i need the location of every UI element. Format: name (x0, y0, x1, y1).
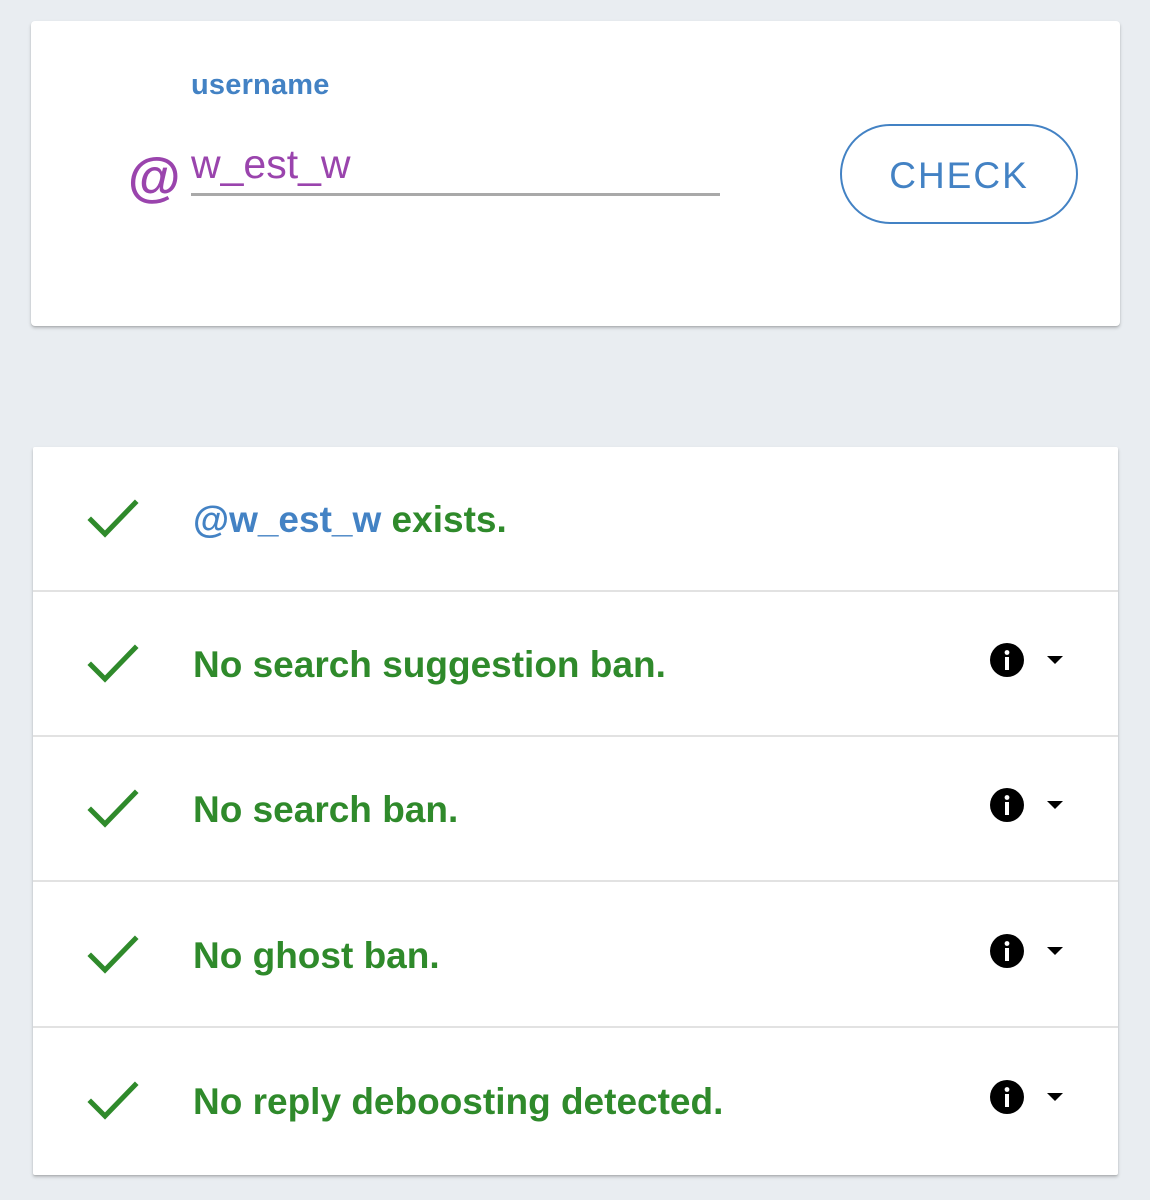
caret-down-icon[interactable] (1045, 946, 1065, 956)
check-icon (87, 935, 139, 974)
result-row-search-ban: No search ban. (33, 737, 1118, 882)
username-mention[interactable]: @w_est_w (193, 499, 381, 540)
caret-down-icon[interactable] (1045, 655, 1065, 665)
results-list: @w_est_w exists. No search suggestion ba… (33, 447, 1118, 1175)
check-icon (87, 499, 139, 538)
info-icon[interactable] (990, 788, 1024, 822)
check-icon (87, 1081, 139, 1120)
result-text: No reply deboosting detected. (193, 1081, 724, 1122)
info-icon[interactable] (990, 1080, 1024, 1114)
at-sign-icon: @ (127, 148, 180, 208)
username-search-card: @ username CHECK (31, 21, 1120, 326)
result-text: No search ban. (193, 789, 459, 830)
result-text: No search suggestion ban. (193, 644, 666, 685)
caret-down-icon[interactable] (1045, 800, 1065, 810)
username-input[interactable] (191, 135, 720, 196)
result-exists-text: exists. (381, 499, 507, 540)
caret-down-icon[interactable] (1045, 1092, 1065, 1102)
check-icon (87, 644, 139, 683)
check-icon (87, 789, 139, 828)
username-field-label: username (191, 69, 330, 101)
info-icon[interactable] (990, 934, 1024, 968)
result-text: @w_est_w exists. (193, 447, 507, 592)
result-row-exists: @w_est_w exists. (33, 447, 1118, 592)
check-button[interactable]: CHECK (840, 124, 1078, 224)
result-row-search-suggestion-ban: No search suggestion ban. (33, 592, 1118, 737)
info-icon[interactable] (990, 643, 1024, 677)
result-text: No ghost ban. (193, 935, 440, 976)
result-row-reply-deboosting: No reply deboosting detected. (33, 1029, 1118, 1174)
result-row-ghost-ban: No ghost ban. (33, 883, 1118, 1028)
